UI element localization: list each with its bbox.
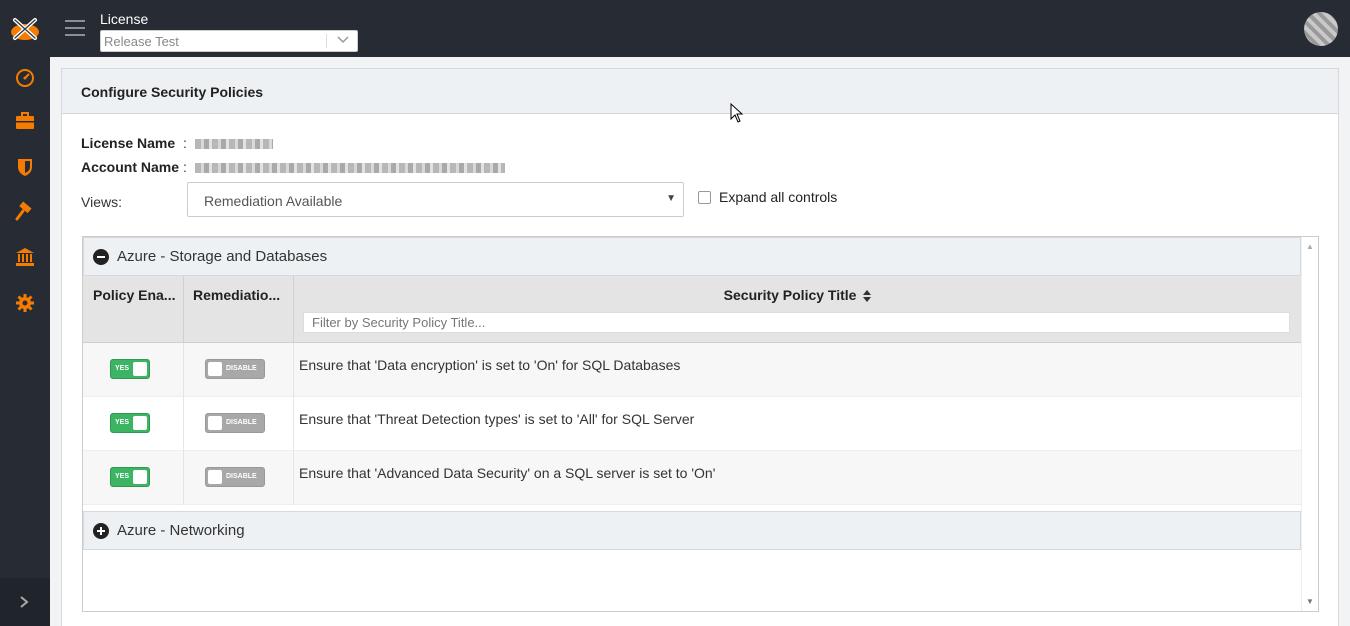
license-select-value: Release Test [104, 34, 179, 49]
remediation-toggle[interactable]: DISABLE [205, 359, 265, 379]
security-policies-panel: Configure Security Policies License Name… [61, 68, 1339, 626]
chevron-down-icon [337, 36, 349, 44]
group-header-storage-databases[interactable]: Azure - Storage and Databases [83, 237, 1301, 276]
remediation-toggle[interactable]: DISABLE [205, 467, 265, 487]
column-header-policy-enabled[interactable]: Policy Ena... [83, 276, 184, 343]
account-name-value-redacted [194, 163, 505, 174]
policy-title: Ensure that 'Threat Detection types' is … [299, 411, 695, 427]
shield-icon[interactable] [14, 156, 36, 178]
hammer-icon[interactable] [14, 201, 36, 223]
mouse-cursor-icon [730, 103, 744, 123]
briefcase-icon[interactable] [14, 110, 36, 132]
hamburger-menu-icon[interactable] [65, 20, 85, 38]
remediation-toggle[interactable]: DISABLE [205, 413, 265, 433]
account-name-label: Account Name [81, 159, 180, 175]
policy-enabled-toggle[interactable]: YES [110, 467, 150, 487]
policy-groups: Azure - Storage and Databases Policy Ena… [82, 236, 1319, 612]
license-name-separator: : [183, 135, 187, 151]
group-title: Azure - Storage and Databases [117, 248, 328, 265]
table-row: YES DISABLE Ensure that 'Data encryption… [83, 343, 1301, 397]
policy-enabled-toggle[interactable]: YES [110, 413, 150, 433]
sidebar [0, 0, 50, 626]
table-row: YES DISABLE Ensure that 'Advanced Data S… [83, 451, 1301, 505]
expand-all-controls[interactable]: Expand all controls [698, 189, 837, 205]
column-header-security-policy-title[interactable]: Security Policy Title Filter by Security… [294, 276, 1301, 343]
group-title: Azure - Networking [117, 522, 245, 539]
scroll-up-icon[interactable]: ▲ [1306, 242, 1314, 251]
views-select[interactable]: Remediation Available ▼ [187, 182, 684, 217]
dashboard-gauge-icon[interactable] [14, 67, 36, 89]
group-header-networking[interactable]: Azure - Networking [83, 511, 1301, 550]
chevron-right-icon [20, 596, 29, 608]
avatar[interactable] [1304, 12, 1338, 46]
license-name-value-redacted [194, 139, 273, 150]
gear-icon[interactable] [14, 292, 36, 314]
top-bar: License Release Test [50, 0, 1350, 57]
bank-icon[interactable] [14, 246, 36, 268]
account-name-separator: : [183, 159, 187, 175]
panel-title: Configure Security Policies [62, 69, 1338, 114]
caret-down-icon: ▼ [666, 193, 676, 204]
views-label: Views: [81, 194, 122, 210]
sort-icon [863, 290, 872, 303]
table-row: YES DISABLE Ensure that 'Threat Detectio… [83, 397, 1301, 451]
main-content: Configure Security Policies License Name… [50, 57, 1350, 626]
policy-title: Ensure that 'Advanced Data Security' on … [299, 465, 716, 481]
expand-sidebar-button[interactable] [0, 578, 50, 626]
expand-all-checkbox[interactable] [698, 190, 711, 204]
title-filter-input[interactable]: Filter by Security Policy Title... [303, 312, 1290, 333]
expand-circle-icon [93, 522, 109, 539]
policy-enabled-toggle[interactable]: YES [110, 359, 150, 379]
policy-title: Ensure that 'Data encryption' is set to … [299, 357, 681, 373]
groups-scrollbar[interactable]: ▲ ▼ [1301, 237, 1318, 611]
license-select[interactable]: Release Test [100, 30, 358, 52]
license-name-row: License Name: [81, 135, 273, 151]
collapse-circle-icon [93, 248, 109, 265]
app-logo-icon[interactable] [9, 14, 41, 42]
views-select-value: Remediation Available [204, 193, 343, 209]
account-name-row: Account Name: [81, 159, 505, 175]
table-header: Policy Ena... Remediatio... Security Pol… [83, 276, 1301, 343]
expand-all-label: Expand all controls [719, 189, 838, 205]
scroll-down-icon[interactable]: ▼ [1306, 597, 1314, 606]
column-header-remediation[interactable]: Remediatio... [184, 276, 294, 343]
column-header-title-text: Security Policy Title [723, 287, 857, 303]
license-label: License [100, 11, 149, 27]
license-name-label: License Name [81, 135, 176, 151]
policy-table: Policy Ena... Remediatio... Security Pol… [83, 276, 1301, 505]
